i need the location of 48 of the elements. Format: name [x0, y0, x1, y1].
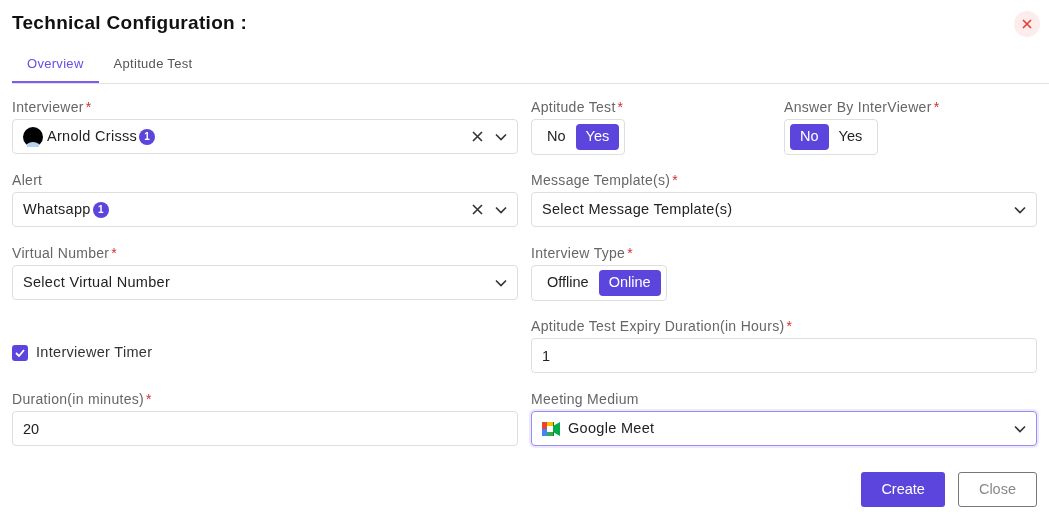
required-mark: *: [85, 97, 92, 117]
required-mark: *: [933, 97, 940, 117]
toggle-option[interactable]: Yes: [575, 124, 620, 150]
check-icon: [15, 348, 25, 357]
field-label: Meeting Medium: [531, 389, 639, 409]
select-field[interactable]: Arnold Crisss 1: [12, 119, 518, 154]
field-label: Interviewer: [12, 97, 84, 117]
field-label: Interview Type: [531, 243, 626, 263]
close-button[interactable]: Close: [957, 472, 1037, 507]
field-label: Duration(in minutes): [12, 389, 145, 409]
chevron-down-icon: [1014, 424, 1026, 433]
tab[interactable]: Aptitude Test: [98, 46, 208, 83]
count-badge: 1: [139, 128, 156, 145]
close-icon[interactable]: [1014, 10, 1040, 37]
required-mark: *: [672, 170, 679, 190]
field-label: Alert: [12, 170, 43, 190]
select-field[interactable]: Whatsapp 1: [12, 192, 518, 227]
toggle-option[interactable]: No: [790, 124, 829, 150]
chevron-down-icon: [495, 278, 507, 287]
dialog-title: Technical Configuration :: [12, 11, 248, 36]
select-field[interactable]: Select Virtual Number: [12, 265, 518, 300]
checkbox[interactable]: [12, 344, 28, 361]
select-field[interactable]: Select Message Template(s): [531, 192, 1037, 227]
field-label: Aptitude Test: [531, 97, 616, 117]
required-mark: *: [617, 97, 624, 117]
field-label: Message Template(s): [531, 170, 671, 190]
required-mark: *: [111, 243, 118, 263]
clear-icon[interactable]: [472, 204, 483, 215]
required-mark: *: [146, 389, 152, 409]
field-label: Answer By InterViewer: [784, 97, 932, 117]
create-button[interactable]: Create: [861, 472, 945, 507]
video-camera-icon: [542, 421, 560, 436]
required-mark: *: [627, 243, 633, 263]
checkbox-label: Interviewer Timer: [36, 342, 153, 362]
text-input[interactable]: 1: [531, 338, 1037, 373]
avatar-icon: [23, 126, 43, 147]
count-badge: 1: [92, 201, 109, 218]
select-field[interactable]: Google Meet: [531, 411, 1037, 446]
required-mark: *: [786, 316, 793, 336]
field-label: Aptitude Test Expiry Duration(in Hours): [531, 316, 785, 336]
tab[interactable]: Overview: [12, 46, 99, 83]
toggle-option[interactable]: Online: [598, 270, 661, 296]
chevron-down-icon: [495, 132, 507, 141]
field-label: Virtual Number: [12, 243, 110, 263]
clear-icon[interactable]: [472, 131, 483, 142]
chevron-down-icon: [495, 205, 507, 214]
text-input[interactable]: 20: [12, 411, 518, 446]
chevron-down-icon: [1014, 205, 1026, 214]
